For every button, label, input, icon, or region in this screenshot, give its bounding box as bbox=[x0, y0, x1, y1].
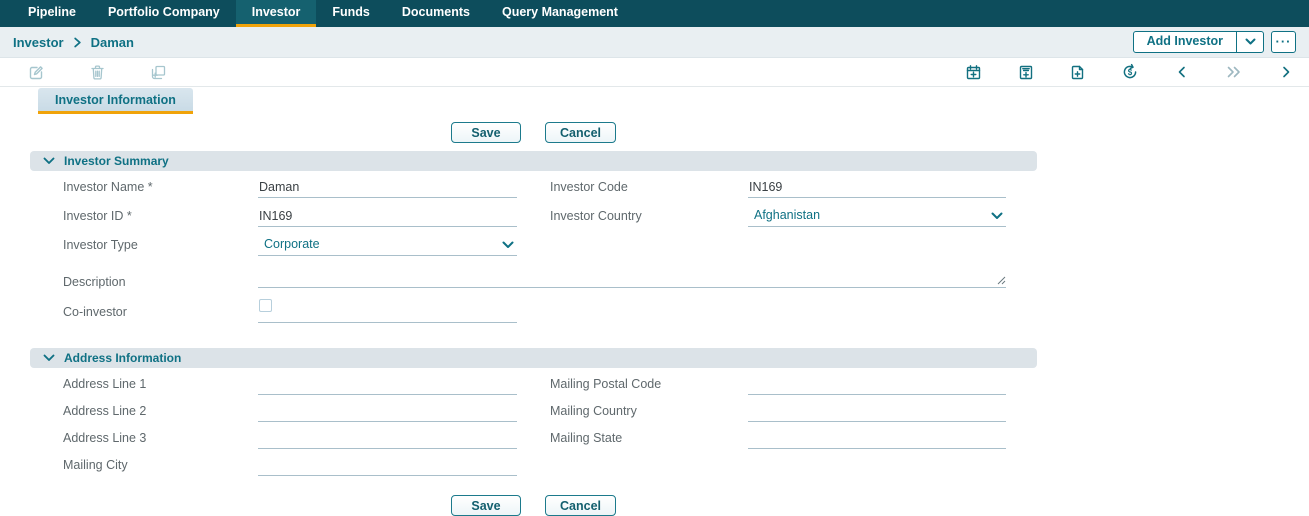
address-line-3-label: Address Line 3 bbox=[63, 431, 258, 449]
form-row: Address Line 2 Mailing Country bbox=[30, 401, 1037, 422]
address-line-2-label: Address Line 2 bbox=[63, 404, 258, 422]
toolbar-right-group: $ bbox=[965, 63, 1293, 81]
file-add-icon[interactable] bbox=[1070, 64, 1085, 81]
bottom-action-buttons: Save Cancel bbox=[30, 495, 1037, 516]
co-investor-label: Co-investor bbox=[63, 305, 258, 323]
chevron-right-icon[interactable] bbox=[1279, 65, 1293, 79]
nav-pipeline[interactable]: Pipeline bbox=[12, 0, 92, 27]
address-line-1-label: Address Line 1 bbox=[63, 377, 258, 395]
investor-code-input[interactable] bbox=[748, 179, 1006, 198]
mailing-city-input[interactable] bbox=[258, 457, 517, 476]
form-row: Address Line 1 Mailing Postal Code bbox=[30, 374, 1037, 395]
resize-grip-icon[interactable] bbox=[997, 272, 1006, 290]
add-investor-split-button: Add Investor bbox=[1133, 31, 1264, 53]
top-action-buttons: Save Cancel bbox=[30, 122, 1037, 143]
investor-type-select[interactable]: Corporate bbox=[258, 233, 517, 256]
form-row: Investor ID * Investor Country Afghanist… bbox=[30, 204, 1037, 227]
form-row: Investor Type Corporate bbox=[30, 233, 1037, 256]
svg-text:$: $ bbox=[1128, 68, 1133, 77]
investor-form: Save Cancel Investor Summary Investor Na… bbox=[30, 122, 1037, 516]
investor-code-label: Investor Code bbox=[550, 180, 748, 198]
chevron-down-icon bbox=[502, 238, 514, 252]
collapse-chevron-icon[interactable] bbox=[43, 157, 55, 165]
header-actions: Add Investor ··· bbox=[1133, 31, 1296, 53]
nav-portfolio-company[interactable]: Portfolio Company bbox=[92, 0, 236, 27]
address-line-3-input[interactable] bbox=[258, 430, 517, 449]
chevron-down-icon bbox=[991, 209, 1003, 223]
chevron-down-icon bbox=[1245, 38, 1256, 46]
top-navigation: Pipeline Portfolio Company Investor Fund… bbox=[0, 0, 1309, 27]
form-row: Investor Name * Investor Code bbox=[30, 177, 1037, 198]
address-information-header[interactable]: Address Information bbox=[30, 348, 1037, 368]
nav-funds[interactable]: Funds bbox=[316, 0, 386, 27]
investor-name-input[interactable] bbox=[258, 179, 517, 198]
tray-add-icon[interactable] bbox=[1018, 64, 1034, 81]
breadcrumb-chevron-icon bbox=[73, 37, 82, 48]
tab-strip: Investor Information bbox=[0, 87, 1309, 114]
mailing-country-input[interactable] bbox=[748, 403, 1006, 422]
section-title: Address Information bbox=[64, 351, 181, 365]
cancel-button[interactable]: Cancel bbox=[545, 122, 616, 143]
investor-id-label: Investor ID * bbox=[63, 209, 258, 227]
save-button[interactable]: Save bbox=[451, 122, 521, 143]
form-row: Mailing City bbox=[30, 455, 1037, 476]
collapse-chevron-icon[interactable] bbox=[43, 354, 55, 362]
cancel-button[interactable]: Cancel bbox=[545, 495, 616, 516]
investor-name-label: Investor Name * bbox=[63, 180, 258, 198]
nav-documents[interactable]: Documents bbox=[386, 0, 486, 27]
mailing-state-label: Mailing State bbox=[550, 431, 748, 449]
form-row: Co-investor bbox=[30, 299, 1037, 323]
investor-type-label: Investor Type bbox=[63, 238, 258, 256]
investor-country-select[interactable]: Afghanistan bbox=[748, 204, 1006, 227]
investor-id-input[interactable] bbox=[258, 208, 517, 227]
co-investor-checkbox[interactable] bbox=[259, 299, 272, 312]
investor-summary-header[interactable]: Investor Summary bbox=[30, 151, 1037, 171]
mailing-city-label: Mailing City bbox=[63, 458, 258, 476]
investor-type-value: Corporate bbox=[264, 237, 320, 251]
investor-country-label: Investor Country bbox=[550, 209, 748, 227]
address-line-2-input[interactable] bbox=[258, 403, 517, 422]
breadcrumb-investor[interactable]: Investor bbox=[13, 35, 64, 50]
add-investor-button[interactable]: Add Investor bbox=[1134, 32, 1236, 52]
toolbar-left-group bbox=[28, 64, 167, 81]
nav-query-management[interactable]: Query Management bbox=[486, 0, 634, 27]
section-title: Investor Summary bbox=[64, 154, 169, 168]
form-row: Address Line 3 Mailing State bbox=[30, 428, 1037, 449]
breadcrumb: Investor Daman bbox=[13, 35, 134, 50]
co-investor-field bbox=[258, 299, 517, 323]
mailing-country-label: Mailing Country bbox=[550, 404, 748, 422]
address-line-1-input[interactable] bbox=[258, 376, 517, 395]
tab-investor-information[interactable]: Investor Information bbox=[38, 88, 193, 114]
description-textarea[interactable] bbox=[258, 268, 1006, 288]
edit-icon[interactable] bbox=[28, 64, 45, 81]
save-button[interactable]: Save bbox=[451, 495, 521, 516]
duplicate-icon[interactable] bbox=[150, 64, 167, 81]
double-chevron-right-icon[interactable] bbox=[1225, 65, 1243, 79]
chevron-left-icon[interactable] bbox=[1175, 65, 1189, 79]
more-options-button[interactable]: ··· bbox=[1271, 31, 1296, 53]
delete-icon[interactable] bbox=[90, 64, 105, 81]
refresh-currency-icon[interactable]: $ bbox=[1121, 63, 1139, 81]
nav-investor[interactable]: Investor bbox=[236, 0, 317, 27]
add-investor-dropdown-button[interactable] bbox=[1236, 32, 1263, 52]
investor-country-value: Afghanistan bbox=[754, 208, 820, 222]
mailing-state-input[interactable] bbox=[748, 430, 1006, 449]
form-row: Description bbox=[30, 268, 1037, 293]
breadcrumb-daman: Daman bbox=[91, 35, 134, 50]
mailing-postal-code-input[interactable] bbox=[748, 376, 1006, 395]
record-toolbar: $ bbox=[0, 58, 1309, 87]
description-label: Description bbox=[63, 275, 258, 293]
mailing-postal-code-label: Mailing Postal Code bbox=[550, 377, 748, 395]
calendar-add-icon[interactable] bbox=[965, 64, 982, 81]
breadcrumb-bar: Investor Daman Add Investor ··· bbox=[0, 27, 1309, 58]
